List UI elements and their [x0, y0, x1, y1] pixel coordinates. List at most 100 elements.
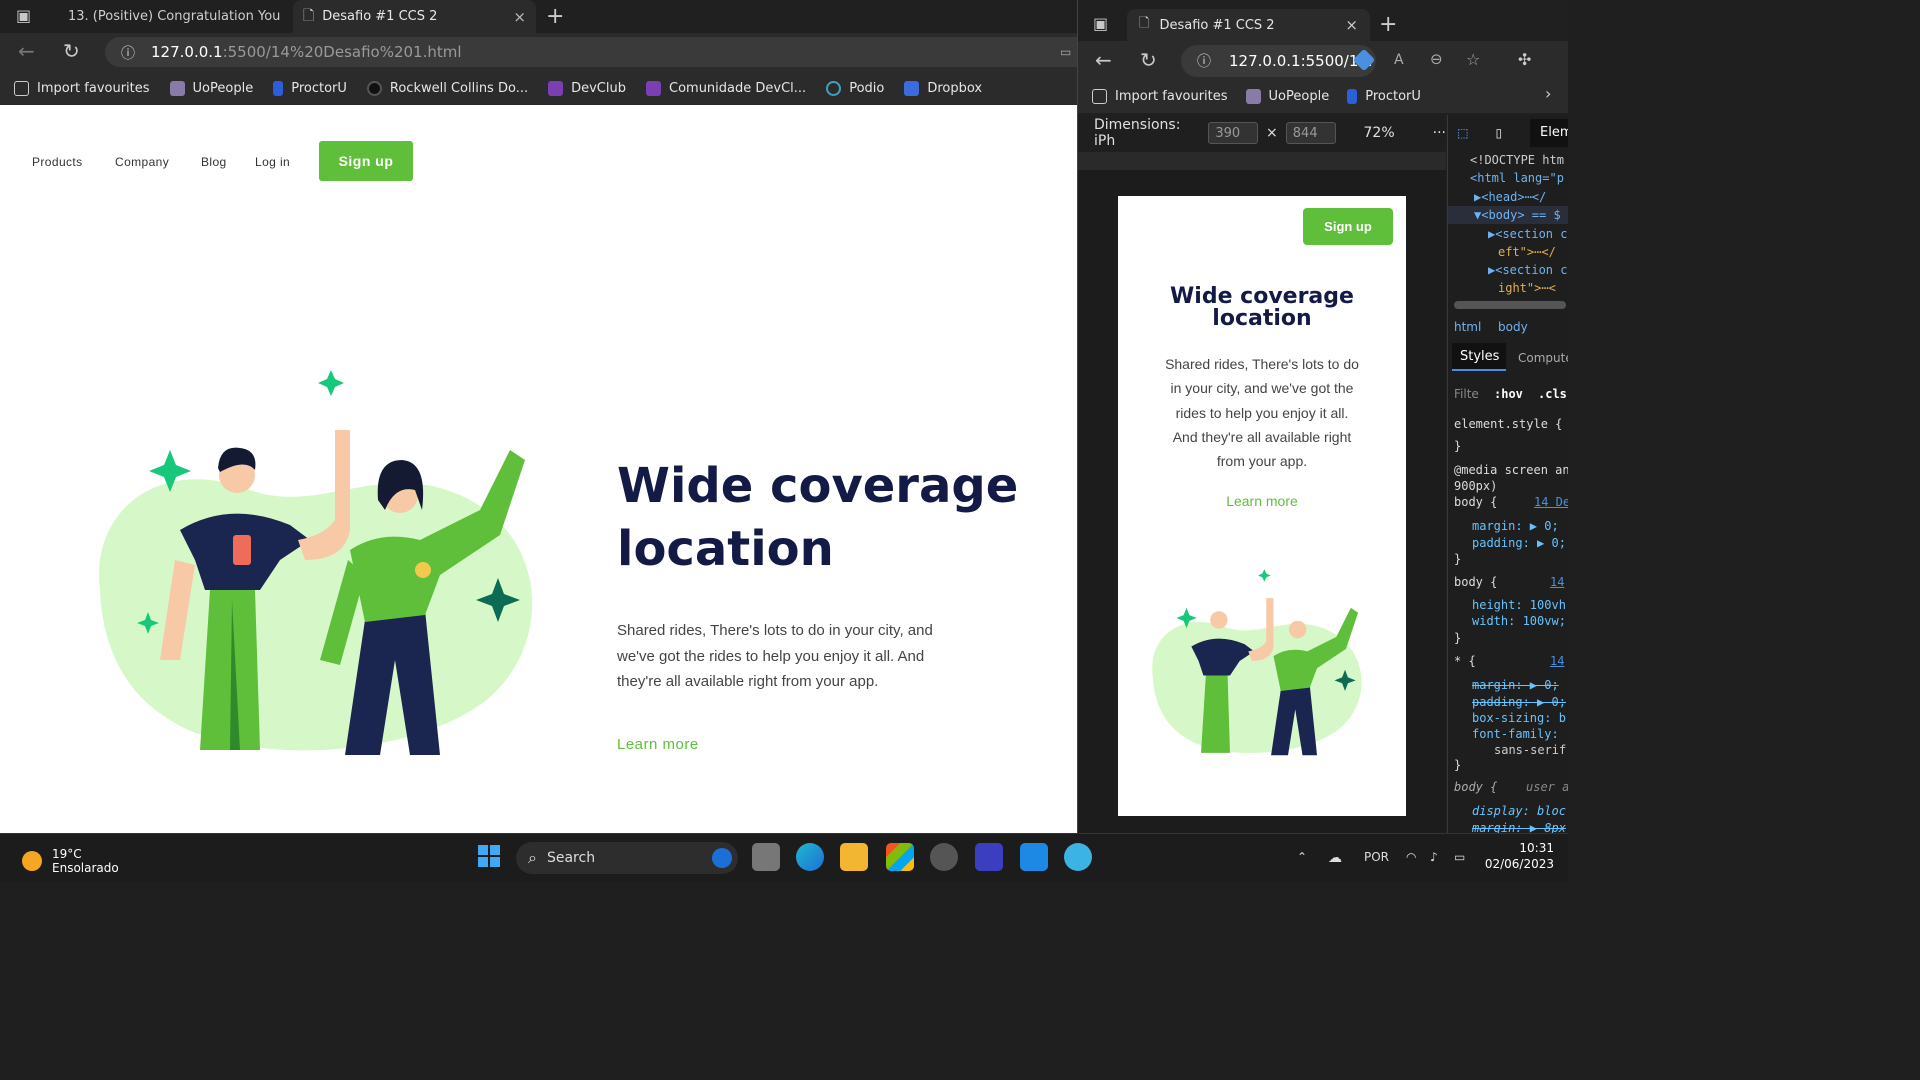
- refresh-icon[interactable]: ↻: [63, 39, 80, 63]
- mobile-learn-more-link[interactable]: Learn more: [1148, 493, 1376, 509]
- favourite-import[interactable]: Import favourites: [1092, 88, 1228, 104]
- new-tab-button[interactable]: +: [1379, 12, 1397, 37]
- rule-width[interactable]: width: 100vw;: [1472, 614, 1566, 628]
- settings-gear-icon[interactable]: [930, 843, 958, 871]
- rule-selector-universal[interactable]: * {: [1454, 654, 1476, 668]
- inspect-icon[interactable]: ⬚: [1458, 123, 1468, 142]
- nav-blog[interactable]: Blog: [201, 155, 227, 169]
- rule-margin-overridden[interactable]: margin: ▶ 0;: [1472, 678, 1559, 692]
- read-aloud-icon[interactable]: A: [1394, 52, 1404, 68]
- styles-filter-input[interactable]: Filte: [1454, 387, 1479, 401]
- edge-icon[interactable]: [796, 843, 824, 871]
- store-icon[interactable]: [886, 843, 914, 871]
- favourite-proctoru[interactable]: ProctorU: [273, 80, 347, 96]
- rule-element-style[interactable]: element.style {: [1454, 417, 1562, 431]
- rule-padding[interactable]: padding: ▶ 0;: [1472, 536, 1566, 550]
- favourite-star-icon[interactable]: ☆: [1466, 50, 1480, 69]
- source-link[interactable]: 14: [1550, 575, 1564, 589]
- volume-icon[interactable]: ♪: [1430, 850, 1438, 864]
- close-tab-icon[interactable]: ×: [513, 8, 526, 26]
- favourite-rockwell[interactable]: Rockwell Collins Do...: [366, 80, 528, 96]
- info-icon[interactable]: ⓘ: [121, 43, 135, 63]
- rule-font-family[interactable]: font-family:: [1472, 727, 1559, 741]
- nav-company[interactable]: Company: [115, 155, 169, 169]
- media-query-ruler[interactable]: [1078, 152, 1446, 170]
- more-options-icon[interactable]: ···: [1433, 125, 1446, 141]
- browser-globe-icon[interactable]: [1064, 843, 1092, 871]
- cloud-icon[interactable]: ☁: [1328, 850, 1342, 866]
- wifi-icon[interactable]: ◠: [1406, 850, 1416, 864]
- clock[interactable]: 10:31 02/06/2023: [1480, 840, 1554, 872]
- language-indicator[interactable]: POR: [1364, 850, 1389, 864]
- chevron-up-icon[interactable]: ⌃: [1297, 850, 1307, 864]
- tab-computed[interactable]: Compute: [1518, 351, 1568, 365]
- source-link[interactable]: 14: [1550, 654, 1564, 668]
- chevron-right-icon[interactable]: ›: [1545, 84, 1551, 103]
- file-explorer-icon[interactable]: [840, 843, 868, 871]
- battery-icon[interactable]: ▭: [1454, 850, 1465, 864]
- learn-more-link[interactable]: Learn more: [617, 736, 699, 753]
- rule-padding-overridden[interactable]: padding: ▶ 0;: [1472, 695, 1566, 709]
- source-link[interactable]: 14 De: [1534, 495, 1568, 509]
- mobile-signup-button[interactable]: Sign up: [1303, 208, 1393, 245]
- hov-toggle[interactable]: :hov: [1494, 387, 1523, 401]
- rule-selector-body[interactable]: body {: [1454, 495, 1497, 509]
- dom-doctype[interactable]: <!DOCTYPE htm: [1470, 153, 1564, 167]
- signup-button[interactable]: Sign up: [319, 141, 413, 181]
- info-icon[interactable]: ⓘ: [1197, 51, 1211, 71]
- zoom-select[interactable]: 72%: [1364, 125, 1395, 141]
- favourite-devclub[interactable]: DevClub: [548, 80, 626, 96]
- tab-elements[interactable]: Elem: [1530, 119, 1568, 147]
- favourite-podio[interactable]: Podio: [826, 80, 884, 96]
- address-bar[interactable]: ⓘ 127.0.0.1:5500/1...: [1181, 45, 1376, 77]
- close-tab-icon[interactable]: ×: [1345, 16, 1358, 34]
- rule-selector-body-ua[interactable]: body {: [1454, 780, 1497, 794]
- rule-selector-body[interactable]: body {: [1454, 575, 1497, 589]
- windows-start-icon[interactable]: [478, 845, 500, 867]
- horizontal-scrollbar[interactable]: [1454, 301, 1566, 309]
- height-input[interactable]: 844: [1285, 122, 1336, 144]
- dom-head[interactable]: ▶<head>⋯</: [1474, 190, 1546, 204]
- close-tab-icon[interactable]: ×: [288, 8, 290, 26]
- dom-section-right[interactable]: ▶<section c: [1488, 263, 1567, 277]
- nav-products[interactable]: Products: [32, 155, 83, 169]
- rule-display[interactable]: display: bloc: [1472, 804, 1566, 818]
- favourite-proctoru[interactable]: ProctorU: [1347, 88, 1421, 104]
- task-view-icon[interactable]: [752, 843, 780, 871]
- nav-login[interactable]: Log in: [255, 155, 290, 169]
- dom-section-left[interactable]: ▶<section c: [1488, 227, 1567, 241]
- refresh-icon[interactable]: ↻: [1140, 48, 1157, 72]
- dimensions-label[interactable]: Dimensions: iPh: [1094, 117, 1200, 149]
- taskbar-search[interactable]: ⌕ Search: [516, 842, 738, 874]
- rule-height[interactable]: height: 100vh: [1472, 598, 1566, 612]
- weather-widget[interactable]: 19°C Ensolarado: [22, 847, 119, 875]
- vscode-icon[interactable]: [1020, 843, 1048, 871]
- favourite-uopeople[interactable]: UoPeople: [1245, 88, 1329, 104]
- sidebar-toggle-icon[interactable]: ▣: [16, 6, 31, 25]
- new-tab-button[interactable]: +: [546, 4, 564, 29]
- cast-icon[interactable]: ▭: [1060, 45, 1071, 59]
- breadcrumb-body[interactable]: body: [1498, 320, 1528, 334]
- dom-html[interactable]: <html lang="p: [1470, 171, 1564, 185]
- width-input[interactable]: 390: [1208, 122, 1259, 144]
- rule-margin-ua[interactable]: margin: ▶ 8px: [1472, 821, 1566, 833]
- tab-congratulation[interactable]: 13. (Positive) Congratulation You ×: [50, 0, 290, 33]
- rule-box-sizing[interactable]: box-sizing: b: [1472, 711, 1566, 725]
- address-bar[interactable]: ⓘ 127.0.0.1:5500/14%20Desafio%201.html: [105, 37, 1077, 67]
- breadcrumb-html[interactable]: html: [1454, 320, 1481, 334]
- tab-desafio-devtools[interactable]: 🗋 Desafio #1 CCS 2 ×: [1127, 9, 1370, 41]
- favourite-import[interactable]: Import favourites: [14, 80, 150, 96]
- favourite-dropbox[interactable]: Dropbox: [904, 80, 982, 96]
- device-toggle-icon[interactable]: ▯: [1494, 123, 1504, 142]
- back-icon[interactable]: ←: [18, 39, 35, 63]
- extensions-icon[interactable]: ✣: [1518, 50, 1531, 69]
- rule-margin[interactable]: margin: ▶ 0;: [1472, 519, 1559, 533]
- favourite-comunidade[interactable]: Comunidade DevCl...: [646, 80, 806, 96]
- favourite-uopeople[interactable]: UoPeople: [169, 80, 253, 96]
- tab-styles[interactable]: Styles: [1452, 343, 1506, 371]
- cls-toggle[interactable]: .cls: [1538, 387, 1567, 401]
- back-icon[interactable]: ←: [1095, 48, 1112, 72]
- sidebar-toggle-icon[interactable]: ▣: [1093, 14, 1108, 33]
- tab-desafio[interactable]: 🗋 Desafio #1 CCS 2 ×: [293, 0, 536, 33]
- zoom-icon[interactable]: ⊖: [1430, 50, 1443, 68]
